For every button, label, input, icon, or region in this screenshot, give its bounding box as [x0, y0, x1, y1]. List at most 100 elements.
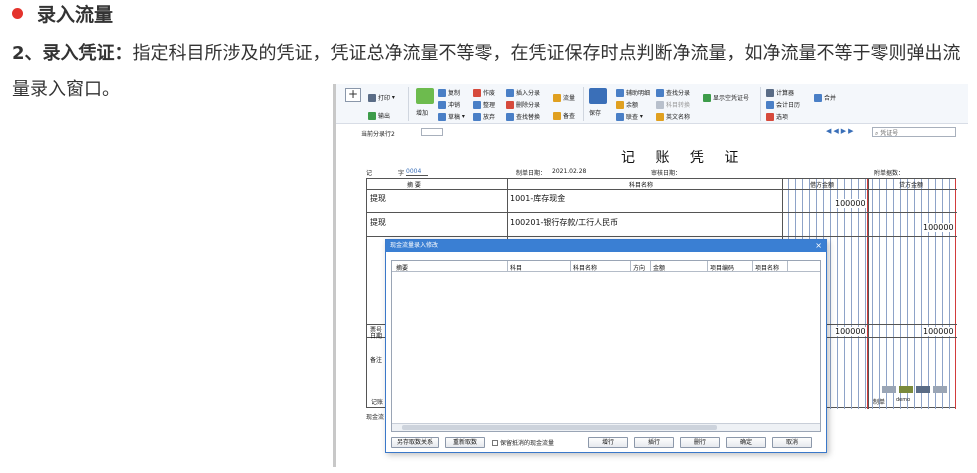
calendar-icon: [766, 100, 774, 109]
status-icon[interactable]: [916, 386, 930, 393]
header-credit: 贷方金额: [899, 182, 924, 189]
delete-row-button[interactable]: 删行: [680, 437, 720, 448]
find-replace-icon: [506, 112, 514, 121]
tidy-button[interactable]: 整理: [473, 100, 495, 109]
abandon-icon: [473, 112, 481, 121]
nav-arrows-icon[interactable]: ◀◀▶▶: [826, 127, 856, 135]
col-direction: 方向: [633, 265, 646, 272]
ok-button[interactable]: 确定: [726, 437, 766, 448]
merge-icon: [814, 93, 822, 102]
status-icon[interactable]: [933, 386, 947, 393]
options-icon: [766, 112, 774, 121]
software-screenshot: + 打印 ▾ 输出 增加 复制 冲销 草稿 ▾ 作废 整理 放弃 插入分录 删除…: [333, 84, 968, 467]
insert-entry-button[interactable]: 插入分录: [506, 88, 540, 97]
add-row-button[interactable]: 增行: [588, 437, 628, 448]
draft-button[interactable]: 草稿 ▾: [438, 112, 465, 121]
col-summary: 摘要: [396, 265, 409, 272]
checkbox-box[interactable]: [492, 439, 498, 446]
voucher-no-label: 字: [398, 170, 405, 177]
current-entry-label: 当前分录行2: [361, 131, 395, 138]
show-empty-button[interactable]: 显示空凭证号: [703, 93, 749, 102]
dialog-titlebar: 现金流量录入修改 ×: [386, 240, 826, 252]
entry-box[interactable]: [421, 128, 443, 136]
scrollbar-thumb[interactable]: [402, 425, 717, 430]
calendar-button[interactable]: 会计日历: [766, 100, 800, 109]
calculator-button[interactable]: 计算器: [766, 88, 794, 97]
add-icon: [416, 88, 434, 104]
linked-button[interactable]: 联查 ▾: [616, 112, 643, 121]
options-button[interactable]: 选项: [766, 112, 788, 121]
row-divider: [367, 236, 957, 237]
bookkeeper-label: 记账: [371, 399, 384, 406]
remark-label: 备注: [370, 357, 383, 364]
insert-row-icon: [506, 88, 514, 97]
cash-flow-table[interactable]: 摘要 科目 科目名称 方向 金额 项目编码 项目名称: [391, 260, 821, 432]
tidy-icon: [473, 100, 481, 109]
col-divider: [868, 179, 869, 409]
add-button[interactable]: 增加: [416, 108, 428, 117]
section-heading: 录入流量: [12, 0, 113, 27]
convert-icon: [656, 100, 664, 109]
row-divider: [367, 212, 957, 213]
find-replace-button[interactable]: 查找替换: [506, 112, 540, 121]
amount-divider: [955, 179, 956, 409]
merge-button[interactable]: 合并: [814, 93, 836, 102]
checkbox-label: 保留抵消的现金流量: [500, 440, 555, 447]
reverse-icon: [438, 100, 446, 109]
printer-icon: [368, 93, 376, 102]
audit-date-label: 审核日期：: [651, 170, 682, 177]
flow-button[interactable]: 流量: [553, 93, 575, 102]
bullet-dot: [12, 8, 23, 19]
col-subject-name: 科目名称: [573, 265, 598, 272]
show-empty-icon: [703, 93, 711, 102]
add-tab-button[interactable]: +: [345, 88, 361, 102]
linked-icon: [616, 112, 624, 121]
find-entry-button[interactable]: 查找分录: [656, 88, 690, 97]
voucher-no-value[interactable]: 0004: [406, 168, 428, 176]
copy-button[interactable]: 复制: [438, 88, 460, 97]
refetch-button[interactable]: 重新取数: [445, 437, 485, 448]
row2-summary[interactable]: 提现: [370, 217, 386, 228]
voucher-search-input[interactable]: ⌕ 凭证号: [872, 127, 956, 137]
attach-count-label: 附单据数：: [874, 170, 905, 177]
date-value[interactable]: 2021.02.28: [552, 168, 586, 175]
insert-row-button[interactable]: 插行: [634, 437, 674, 448]
toolbar-divider: [760, 87, 761, 121]
output-button[interactable]: 输出: [368, 111, 390, 120]
row1-subject[interactable]: 1001-库存现金: [510, 193, 565, 204]
en-name-icon: [656, 112, 664, 121]
status-icon[interactable]: [899, 386, 913, 393]
col-divider: [630, 261, 631, 271]
row1-debit[interactable]: 100000: [835, 199, 866, 208]
status-icon[interactable]: [882, 386, 896, 393]
row2-credit[interactable]: 100000: [923, 223, 954, 232]
date-label: 制单日期：: [516, 170, 547, 177]
reverse-button[interactable]: 冲销: [438, 100, 460, 109]
balance-button[interactable]: 余额: [616, 100, 638, 109]
print-button[interactable]: 打印 ▾: [368, 93, 395, 102]
header-summary: 摘 要: [407, 182, 421, 189]
toolbar: + 打印 ▾ 输出 增加 复制 冲销 草稿 ▾ 作废 整理 放弃 插入分录 删除…: [336, 84, 968, 124]
en-name-button[interactable]: 英文名称: [656, 112, 690, 121]
void-button[interactable]: 作废: [473, 88, 495, 97]
maker-label: 制单: [873, 399, 886, 406]
delete-entry-button[interactable]: 删除分录: [506, 100, 540, 109]
maker-value: demo: [896, 397, 911, 403]
check-button[interactable]: 备查: [553, 111, 575, 120]
aux-detail-button[interactable]: 辅助明细: [616, 88, 650, 97]
subject-convert-button[interactable]: 科目转换: [656, 100, 690, 109]
keep-offset-checkbox[interactable]: 保留抵消的现金流量: [492, 438, 554, 447]
search-icon: ⌕: [875, 130, 879, 137]
row1-summary[interactable]: 提现: [370, 193, 386, 204]
save-button[interactable]: 保存: [589, 108, 601, 117]
cancel-button[interactable]: 取消: [772, 437, 812, 448]
close-icon[interactable]: ×: [815, 240, 822, 252]
row2-subject[interactable]: 100201-银行存款/工行人民币: [510, 217, 618, 228]
paragraph-lead: 2、录入凭证：: [12, 43, 133, 64]
save-relation-button[interactable]: 另存取数关系: [391, 437, 439, 448]
voucher-type: 记: [366, 170, 373, 177]
abandon-button[interactable]: 放弃: [473, 112, 495, 121]
save-icon: [589, 88, 607, 104]
detail-icon: [616, 88, 624, 97]
horizontal-scrollbar[interactable]: [392, 423, 820, 431]
